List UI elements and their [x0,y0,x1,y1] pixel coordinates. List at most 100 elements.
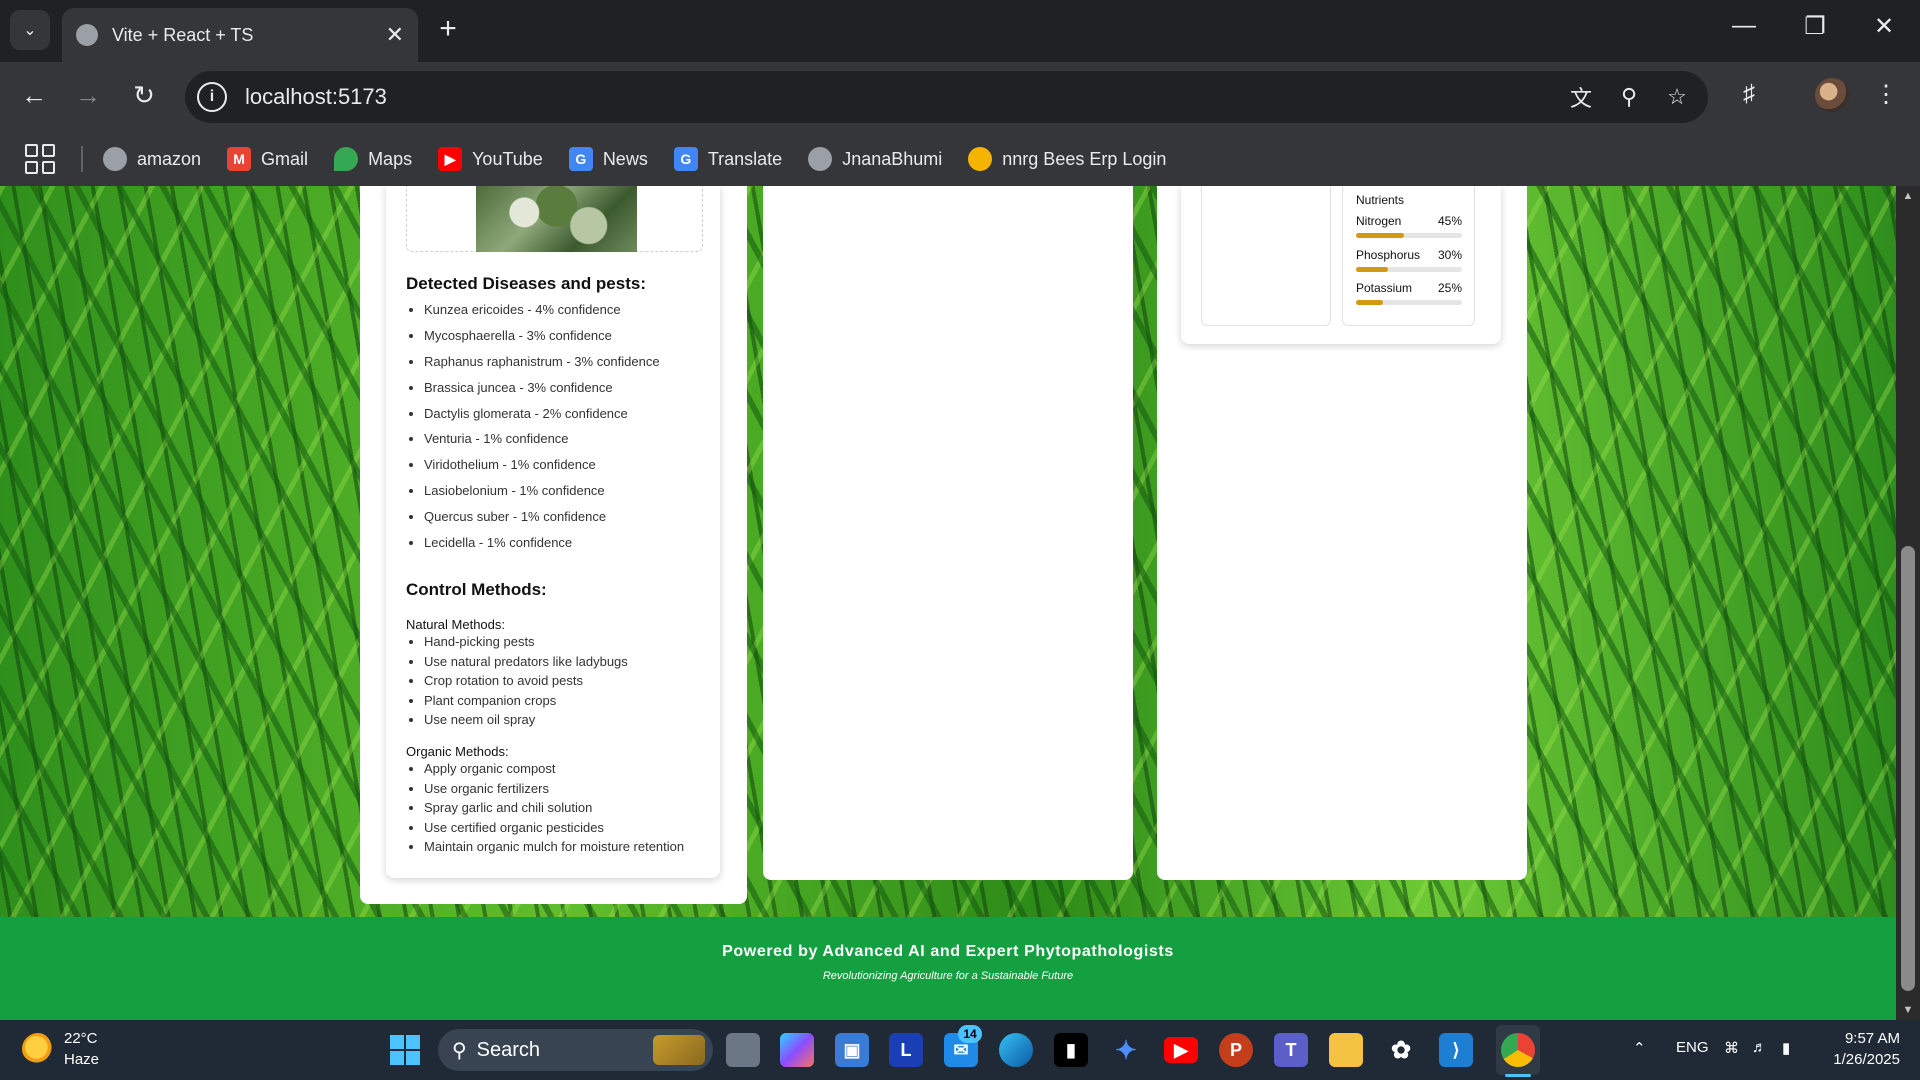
tab-title: Vite + React + TS [112,24,254,45]
scroll-down-arrow-icon[interactable]: ▼ [1896,1000,1920,1020]
weather-sun-icon[interactable] [22,1033,54,1065]
file-explorer-icon[interactable] [1329,1033,1363,1067]
forward-arrow-icon[interactable]: → [70,80,106,111]
gemini-sparkle-icon[interactable]: ✦ [1109,1033,1143,1067]
maps-pin-icon [334,147,359,171]
close-window-icon[interactable]: ✕ [1864,12,1904,41]
menu-kebab-icon[interactable]: ⋮ [1866,80,1906,109]
bookmark-maps[interactable]: Maps [334,147,412,171]
address-bar[interactable]: i localhost:5173 文 ⚲ ☆ [185,71,1708,123]
page-scrollbar[interactable]: ▲ ▼ [1896,186,1920,1020]
browser-tab-active[interactable]: Vite + React + TS ✕ [62,8,418,62]
method-item: Use neem oil spray [424,713,628,733]
soil-info-box [1201,186,1331,326]
disease-item: Viridothelium - 1% confidence [424,458,660,484]
bookmarks-bar: amazon M Gmail Maps ▶ YouTube G News G Trans… [0,132,1920,186]
site-info-icon[interactable]: i [197,82,227,112]
windows-start-icon[interactable] [390,1035,420,1065]
footer-subtitle: Revolutionizing Agriculture for a Sustai… [822,970,1074,982]
new-tab-plus-icon[interactable]: + [432,12,464,46]
youtube-icon: ▶ [438,147,463,171]
tab-strip: ⌄ Vite + React + TS ✕ + — ❐ ✕ [0,0,1920,62]
taskbar-search[interactable]: ⚲ Search [438,1029,713,1071]
disease-item: Mycosphaerella - 3% confidence [424,328,660,355]
url-text[interactable]: localhost:5173 [245,84,1564,110]
language-indicator[interactable]: ENG [1676,1039,1709,1056]
battery-icon[interactable]: ▮ [1782,1039,1790,1057]
reload-icon[interactable]: ↻ [126,80,162,111]
teams-icon[interactable]: T [1274,1033,1308,1067]
control-methods-heading: Control Methods: [406,580,547,599]
back-arrow-icon[interactable]: ← [16,80,52,111]
disease-item: Brassica juncea - 3% confidence [424,380,660,407]
task-view-icon[interactable] [726,1033,760,1067]
vscode-icon[interactable]: ⟩ [1439,1033,1473,1067]
powerpoint-icon[interactable]: P [1219,1033,1253,1067]
chrome-icon[interactable] [1501,1033,1535,1067]
tray-chevron-up-icon[interactable]: ⌃ [1633,1039,1646,1057]
scroll-up-arrow-icon[interactable]: ▲ [1896,186,1920,206]
close-tab-icon[interactable]: ✕ [386,22,404,48]
tab-search-chevron-icon[interactable]: ⌄ [10,10,50,50]
organic-methods-list: Apply organic compost Use organic fertil… [424,762,684,860]
mail-badge: 14 [958,1025,982,1043]
youtube-icon[interactable]: ▶ [1164,1037,1198,1063]
natural-methods-label: Natural Methods: [406,617,505,632]
bookmark-jnanabhumi[interactable]: JnanaBhumi [808,147,942,171]
clock-date[interactable]: 1/26/2025 [1820,1051,1900,1068]
diseases-list: Kunzea ericoides - 4% confidence Mycosph… [424,303,660,562]
method-item: Hand-picking pests [424,635,628,655]
extensions-puzzle-icon[interactable]: ♯ [1729,80,1769,108]
browser-toolbar: ← → ↻ i localhost:5173 文 ⚲ ☆ ♯ ⋮ [0,62,1920,132]
bookmark-gmail[interactable]: M Gmail [227,147,308,171]
bookmark-amazon[interactable]: amazon [103,147,201,171]
nutrient-percent: 25% [1437,281,1462,295]
nutrients-title: Nutrients [1356,193,1405,207]
bookmark-label: YouTube [472,148,543,169]
translate-icon[interactable]: 文 [1564,81,1598,113]
apps-grid-icon[interactable] [25,144,55,174]
analysis-panel: Detected Diseases and pests: Kunzea eric… [360,186,747,904]
minimize-icon[interactable]: — [1724,12,1764,40]
weather-condition[interactable]: Haze [64,1051,99,1068]
page-viewport: Detected Diseases and pests: Kunzea eric… [0,186,1896,1020]
zoom-icon[interactable]: ⚲ [1612,84,1646,110]
nutrient-row-nitrogen: Nitrogen 45% [1356,214,1462,238]
bookmark-translate[interactable]: G Translate [673,147,782,171]
l-app-icon[interactable]: L [889,1033,923,1067]
nutrient-name: Phosphorus [1356,248,1421,262]
method-item: Use certified organic pesticides [424,820,684,841]
footer-title: Powered by Advanced AI and Expert Phytop… [722,943,1174,960]
nutrient-name: Potassium [1356,281,1413,295]
nutrient-row-phosphorus: Phosphorus 30% [1356,248,1462,272]
chatgpt-icon[interactable]: ✿ [1384,1033,1418,1067]
weather-temperature[interactable]: 22°C [64,1030,98,1047]
method-item: Use organic fertilizers [424,781,684,802]
volume-icon[interactable]: ♬ [1752,1039,1767,1056]
natural-methods-list: Hand-picking pests Use natural predators… [424,635,628,733]
audio-bars-icon[interactable]: ▮ [1054,1033,1088,1067]
profile-avatar[interactable] [1815,78,1849,112]
globe-icon [76,24,98,46]
gmail-icon: M [227,147,252,171]
search-label: Search [476,1038,541,1061]
wifi-icon[interactable]: ⌘ [1724,1039,1739,1057]
clock-time[interactable]: 9:57 AM [1820,1030,1900,1047]
bookmark-nnrg[interactable]: nnrg Bees Erp Login [968,147,1166,171]
method-item: Spray garlic and chili solution [424,801,684,821]
bookmark-news[interactable]: G News [568,147,648,171]
page-footer: Powered by Advanced AI and Expert Phytop… [0,917,1896,1020]
nutrient-progress-bar [1356,300,1462,305]
nutrient-progress-fill [1356,300,1383,305]
scrollbar-thumb[interactable] [1901,546,1915,991]
disease-item: Lasiobelonium - 1% confidence [424,484,660,510]
bookmark-youtube[interactable]: ▶ YouTube [438,147,543,171]
copilot-icon[interactable] [780,1033,814,1067]
restore-icon[interactable]: ❐ [1795,12,1835,41]
nnrg-logo-icon [968,147,993,171]
bookmark-separator [81,146,83,172]
bookmark-label: amazon [137,148,202,169]
bookmark-star-icon[interactable]: ☆ [1660,84,1694,110]
store-icon[interactable]: ▣ [835,1033,869,1067]
edge-icon[interactable] [999,1033,1033,1067]
